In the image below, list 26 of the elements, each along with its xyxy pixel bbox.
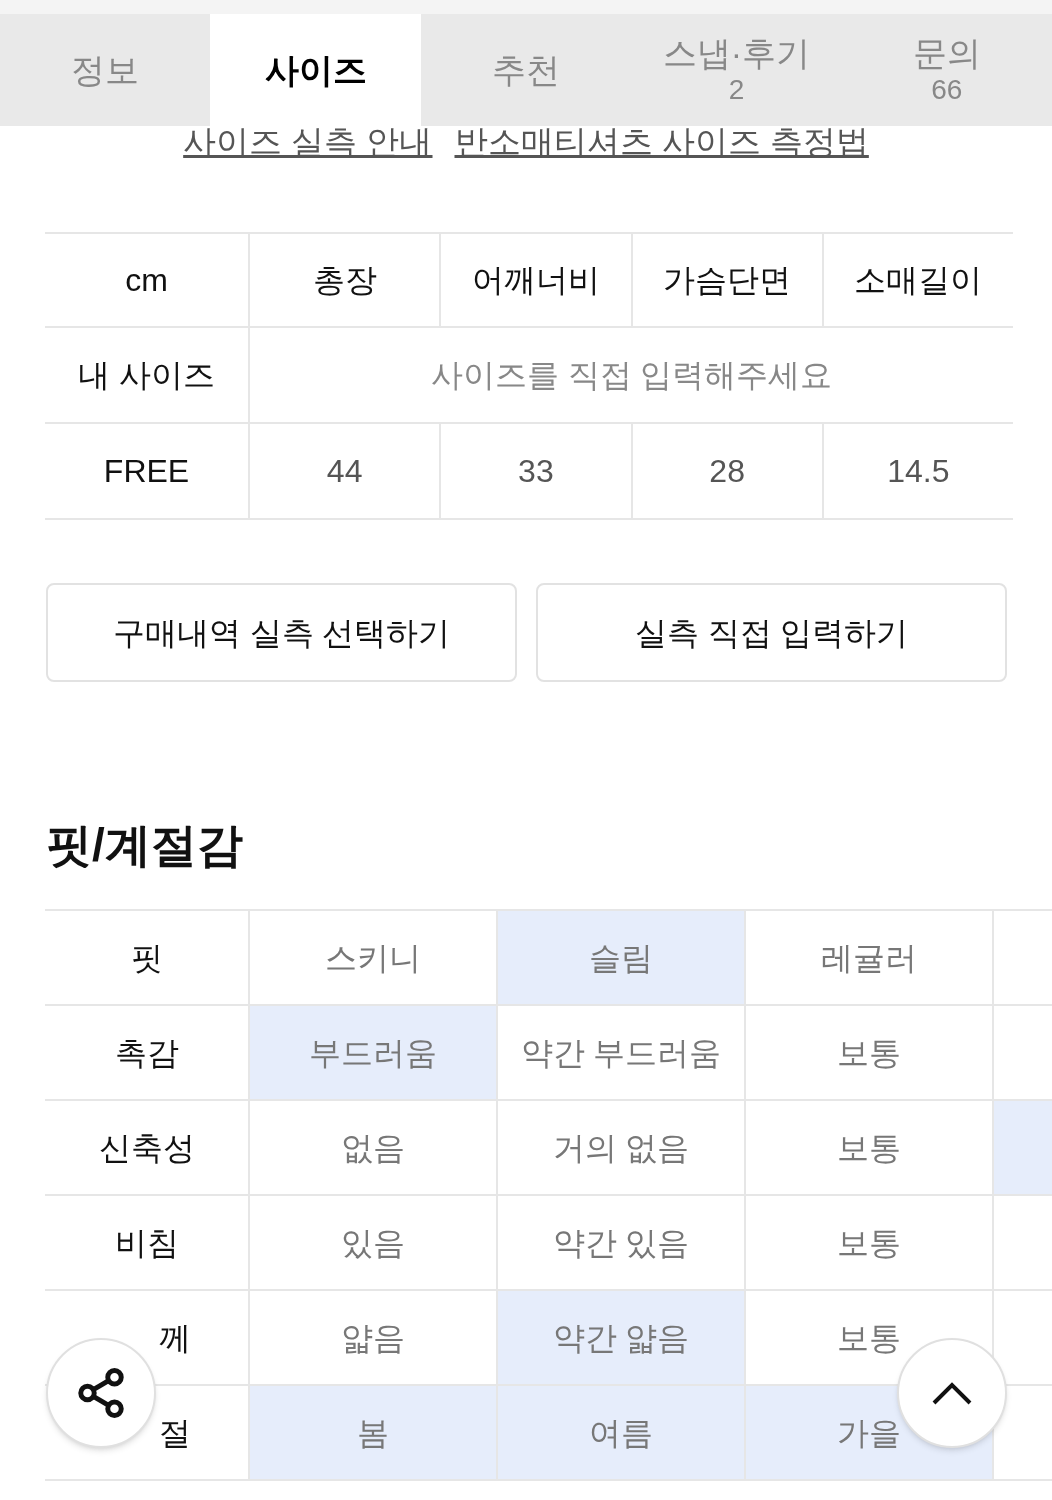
table-cell: 44	[248, 424, 440, 518]
row-label: 비침	[114, 1223, 179, 1263]
option-cell: 슬림	[496, 911, 744, 1004]
table-cell: 33	[439, 424, 631, 518]
option-cell: 부드러움	[248, 1006, 496, 1099]
column-header: 가슴단면	[630, 234, 822, 326]
action-button[interactable]: 실측 직접 입력하기	[536, 583, 1007, 682]
tab[interactable]: 사이즈	[210, 14, 421, 126]
option-cell: 약간 얇음	[496, 1291, 744, 1384]
column-header: 총장	[248, 234, 440, 326]
section-title: 핏/계절감	[46, 818, 244, 873]
row-label: 촉감	[114, 1033, 179, 1073]
column-header: 소매길이	[821, 234, 1013, 326]
row-label: 신축성	[98, 1128, 195, 1168]
table-cell: 28	[630, 424, 822, 518]
action-button[interactable]: 구매내역 실측 선택하기	[46, 583, 517, 682]
column-header: cm	[124, 261, 169, 300]
row-label: 핏	[130, 938, 163, 978]
row-label: 께	[159, 1318, 191, 1358]
option-cell: 여름	[496, 1386, 744, 1479]
row-label: FREE	[102, 452, 191, 491]
row-label: 절	[159, 1413, 191, 1453]
option-cell: 봄	[248, 1386, 496, 1479]
column-header: 어깨너비	[439, 234, 631, 326]
row-label: 내 사이즈	[77, 356, 216, 395]
table-cell: 14.5	[821, 424, 1013, 518]
